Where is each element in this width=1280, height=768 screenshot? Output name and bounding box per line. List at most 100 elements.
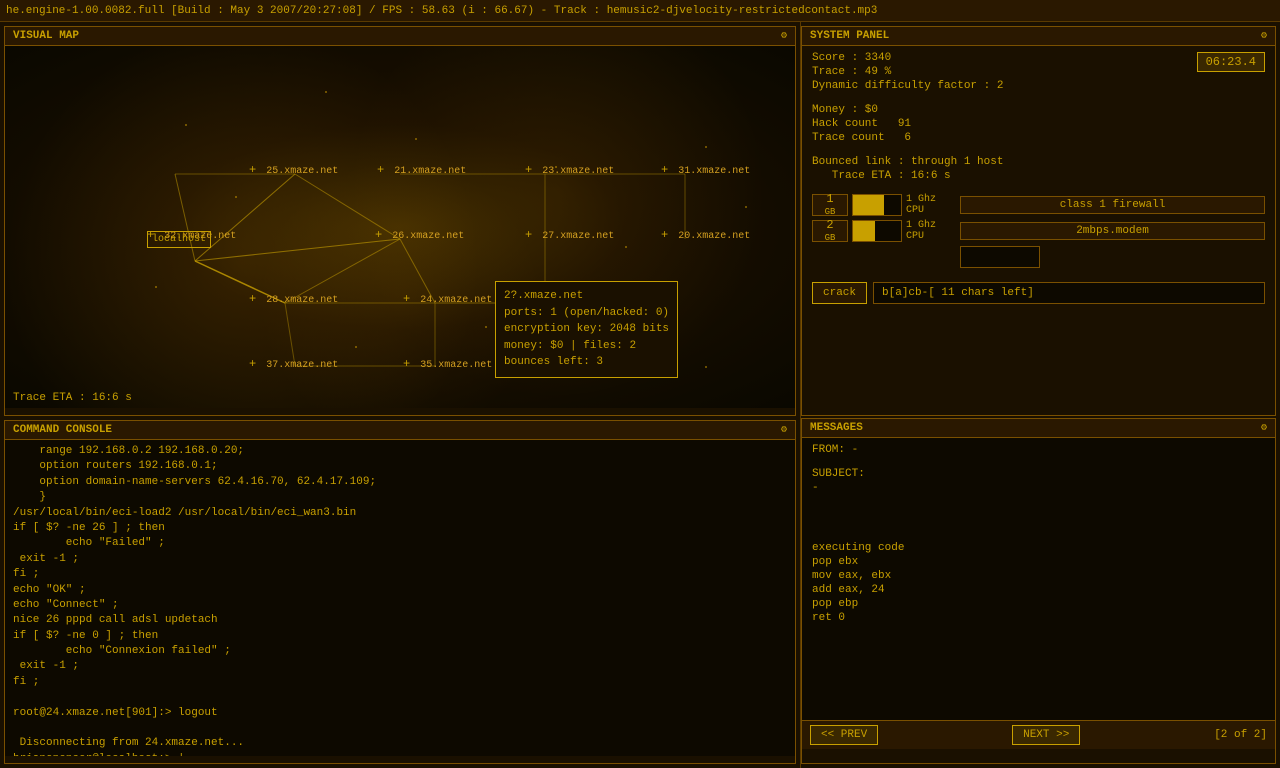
system-panel: SYSTEM PANEL ⚙ 06:23.4 Score : 3340 Trac… xyxy=(801,26,1276,416)
messages-title: MESSAGES xyxy=(810,422,863,434)
node-tooltip: 2?.xmaze.net ports: 1 (open/hacked: 0) e… xyxy=(495,281,678,378)
tooltip-ports: ports: 1 (open/hacked: 0) xyxy=(504,305,669,322)
hw-device-modem: 2mbps.modem xyxy=(960,222,1265,240)
msg-subject-label: SUBJECT: xyxy=(812,468,1265,480)
console-line: brianspencer@localhost:> | xyxy=(13,752,787,756)
visual-map-title: VISUAL MAP xyxy=(13,30,79,42)
messages-content: FROM: - SUBJECT: - executing code pop eb… xyxy=(802,438,1275,720)
node-20-label: 20.xmaze.net xyxy=(678,231,750,242)
visual-map-icon: ⚙ xyxy=(781,30,787,42)
command-console-title: COMMAND CONSOLE xyxy=(13,424,112,436)
code-line: mov eax, ebx xyxy=(812,570,1265,582)
messages-header: MESSAGES ⚙ xyxy=(802,419,1275,438)
node-27-label: 27.xmaze.net xyxy=(542,231,614,242)
console-line: echo "Connexion failed" ; xyxy=(13,644,787,659)
console-line xyxy=(13,690,787,705)
messages-footer: << PREV NEXT >> [2 of 2] xyxy=(802,720,1275,749)
crack-section: crack xyxy=(812,282,1265,304)
console-line: if [ $? -ne 0 ] ; then xyxy=(13,629,787,644)
msg-code-label: executing code xyxy=(812,542,1265,554)
node-23[interactable]: 23.xmaze.net xyxy=(525,163,614,177)
system-icon: ⚙ xyxy=(1261,30,1267,42)
hw-row-3 xyxy=(812,246,1265,268)
msg-subject-value: - xyxy=(812,482,1265,494)
msg-code-section: executing code pop ebx mov eax, ebx add ea… xyxy=(812,542,1265,624)
node-37[interactable]: 37.xmaze.net xyxy=(249,357,338,371)
hw-mem-2: 2 GB xyxy=(812,220,848,242)
node-26-label: 26.xmaze.net xyxy=(392,231,464,242)
bounced-link-row: Bounced link : through 1 host xyxy=(812,156,1265,168)
console-line: echo "Failed" ; xyxy=(13,536,787,551)
console-line: range 192.168.0.2 192.168.0.20; xyxy=(13,444,787,459)
trace-count-row: Trace count 6 xyxy=(812,132,1265,144)
hw-row-1: 1 GB 1 Ghz CPU class 1 firewall xyxy=(812,194,1265,216)
code-line: pop ebp xyxy=(812,598,1265,610)
system-panel-header: SYSTEM PANEL ⚙ xyxy=(802,27,1275,46)
crack-input[interactable] xyxy=(873,282,1265,304)
console-line: option domain-name-servers 62.4.16.70, 6… xyxy=(13,475,787,490)
console-line: root@24.xmaze.net[901]:> logout xyxy=(13,706,787,721)
code-line: add eax, 24 xyxy=(812,584,1265,596)
node-28[interactable]: 28.xmaze.net xyxy=(249,292,338,306)
messages-panel: MESSAGES ⚙ FROM: - SUBJECT: - executing … xyxy=(801,418,1276,764)
hw-row-2: 2 GB 1 Ghz CPU 2mbps.modem xyxy=(812,220,1265,242)
visual-map-panel: VISUAL MAP ⚙ xyxy=(4,26,796,416)
command-console-panel: COMMAND CONSOLE ⚙ range 192.168.0.2 192.… xyxy=(4,420,796,764)
trace-eta-row: Trace ETA : 16:6 s xyxy=(812,170,1265,182)
node-26[interactable]: 26.xmaze.net xyxy=(375,228,464,242)
node-25[interactable]: 25.xmaze.net xyxy=(249,163,338,177)
node-35-label: 35.xmaze.net xyxy=(420,360,492,371)
next-button[interactable]: NEXT >> xyxy=(1012,725,1080,745)
code-line: pop ebx xyxy=(812,556,1265,568)
title-bar: he.engine-1.00.0082.full [Build : May 3 … xyxy=(0,0,1280,22)
node-37-label: 37.xmaze.net xyxy=(266,360,338,371)
node-24[interactable]: 24.xmaze.net xyxy=(403,292,492,306)
hw-mem-1: 1 GB xyxy=(812,194,848,216)
money-row: Money : $0 xyxy=(812,104,1265,116)
localhost-box: localhost xyxy=(147,231,211,248)
system-panel-title: SYSTEM PANEL xyxy=(810,30,889,42)
hw-cpu-bar-2 xyxy=(852,220,902,242)
timer-display: 06:23.4 xyxy=(1197,52,1265,72)
title-text: he.engine-1.00.0082.full [Build : May 3 … xyxy=(6,5,877,17)
console-line: echo "OK" ; xyxy=(13,583,787,598)
node-21[interactable]: 21.xmaze.net xyxy=(377,163,466,177)
node-21-label: 21.xmaze.net xyxy=(394,166,466,177)
console-line: fi ; xyxy=(13,675,787,690)
console-line: exit -1 ; xyxy=(13,659,787,674)
msg-from: FROM: - xyxy=(812,444,1265,456)
hw-cpu-label-1: 1 Ghz CPU xyxy=(906,194,956,216)
node-35[interactable]: 35.xmaze.net xyxy=(403,357,492,371)
crack-button[interactable]: crack xyxy=(812,282,867,304)
console-line: fi ; xyxy=(13,567,787,582)
hw-cpu-label-2: 1 Ghz CPU xyxy=(906,220,956,242)
node-24-label: 24.xmaze.net xyxy=(420,295,492,306)
console-line: nice 26 pppd call adsl updetach xyxy=(13,613,787,628)
console-line: exit -1 ; xyxy=(13,552,787,567)
node-20[interactable]: 20.xmaze.net xyxy=(661,228,750,242)
prev-button[interactable]: << PREV xyxy=(810,725,878,745)
hw-cpu-bar-1 xyxy=(852,194,902,216)
map-content[interactable]: 25.xmaze.net 21.xmaze.net 23.xmaze.net 3… xyxy=(5,46,795,408)
hack-row: Hack count 91 xyxy=(812,118,1265,130)
node-28-label: 28.xmaze.net xyxy=(266,295,338,306)
console-content[interactable]: range 192.168.0.2 192.168.0.20; option r… xyxy=(5,440,795,756)
difficulty-row: Dynamic difficulty factor : 2 xyxy=(812,80,1265,92)
system-content: 06:23.4 Score : 3340 Trace : 49 % Dynami… xyxy=(802,46,1275,408)
visual-map-header: VISUAL MAP ⚙ xyxy=(5,27,795,46)
node-23-label: 23.xmaze.net xyxy=(542,166,614,177)
hw-device-firewall: class 1 firewall xyxy=(960,196,1265,214)
node-31-label: 31.xmaze.net xyxy=(678,166,750,177)
command-icon: ⚙ xyxy=(781,424,787,436)
hw-section: 1 GB 1 Ghz CPU class 1 firewall xyxy=(812,194,1265,268)
tooltip-money: money: $0 | files: 2 xyxy=(504,338,669,355)
code-line: ret 0 xyxy=(812,612,1265,624)
tooltip-node: 2?.xmaze.net xyxy=(504,288,669,305)
node-31[interactable]: 31.xmaze.net xyxy=(661,163,750,177)
node-27[interactable]: 27.xmaze.net xyxy=(525,228,614,242)
map-trace-eta: Trace ETA : 16:6 s xyxy=(13,392,132,404)
messages-icon: ⚙ xyxy=(1261,422,1267,434)
hw-device-dark xyxy=(960,246,1040,268)
console-line: echo "Connect" ; xyxy=(13,598,787,613)
tooltip-bounces: bounces left: 3 xyxy=(504,354,669,371)
